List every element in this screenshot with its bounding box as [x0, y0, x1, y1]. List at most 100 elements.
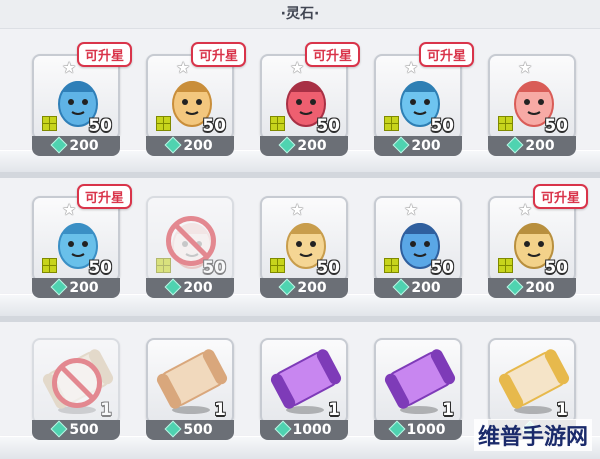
shop-item-blonde-swordsman-hero[interactable]: ★ 50 200 — [260, 196, 348, 300]
shop-item-blue-cactus-variant[interactable]: ★ 50 可升星 200 — [32, 184, 132, 300]
star-icon: ★ — [176, 58, 191, 77]
item-count: 50 — [202, 258, 226, 278]
gem-icon — [278, 278, 296, 296]
price-value: 200 — [525, 138, 555, 154]
shop-item-blue-cactus-hero[interactable]: ★ 50 可升星 200 — [32, 42, 132, 158]
star-icon: ★ — [290, 58, 305, 77]
price-button[interactable]: 200 — [146, 136, 234, 156]
item-card[interactable]: ★ 50 — [260, 196, 348, 282]
shop-item-common-scroll-locked[interactable]: 1 500 — [32, 338, 120, 442]
upgrade-star-badge: 可升星 — [418, 42, 474, 67]
star-icon: ★ — [518, 200, 533, 219]
item-count: 50 — [88, 258, 112, 278]
gem-icon — [388, 420, 406, 438]
scroll-cap — [200, 347, 230, 387]
shop-item-blonde-elf-hero[interactable]: ★ 50 可升星 200 — [488, 184, 588, 300]
star-icon: ★ — [62, 200, 77, 219]
shop-item-white-pink-hero-locked[interactable]: 50 200 — [146, 196, 234, 300]
price-button[interactable]: 200 — [374, 136, 462, 156]
unavailable-icon — [52, 358, 102, 408]
shop-item-purple-scroll[interactable]: 1 1000 — [260, 338, 348, 442]
gem-icon — [278, 136, 296, 154]
gem-icon — [50, 278, 68, 296]
item-count: 1 — [442, 400, 454, 420]
star-icon: ★ — [62, 58, 77, 77]
item-count: 50 — [544, 116, 568, 136]
gem-icon — [50, 420, 68, 438]
price-value: 1000 — [292, 422, 332, 438]
shop-item-blue-bird-hero[interactable]: ★ 50 可升星 200 — [374, 42, 474, 158]
scroll-cap — [268, 371, 298, 411]
shop-item-common-scroll[interactable]: 1 500 — [146, 338, 234, 442]
gem-icon — [164, 420, 182, 438]
watermark: 维普手游网 — [473, 419, 592, 451]
shard-icon — [156, 258, 171, 273]
item-card[interactable]: ★ 50 — [374, 196, 462, 282]
price-button[interactable]: 500 — [146, 420, 234, 440]
price-button[interactable]: 1000 — [374, 420, 462, 440]
item-count: 1 — [328, 400, 340, 420]
price-button[interactable]: 200 — [374, 278, 462, 298]
item-card[interactable]: 1 — [32, 338, 120, 424]
price-button[interactable]: 200 — [260, 278, 348, 298]
item-count: 50 — [430, 258, 454, 278]
price-button[interactable]: 500 — [32, 420, 120, 440]
item-count: 1 — [556, 400, 568, 420]
star-icon: ★ — [404, 58, 419, 77]
shop-item-blue-cat-hero[interactable]: ★ 50 200 — [374, 196, 462, 300]
price-button[interactable]: 200 — [32, 136, 120, 156]
shard-icon — [270, 258, 285, 273]
shard-icon — [498, 116, 513, 131]
shelf-edge — [0, 172, 600, 178]
upgrade-star-badge: 可升星 — [76, 42, 132, 67]
item-card[interactable]: 1 — [488, 338, 576, 424]
price-value: 200 — [69, 138, 99, 154]
scroll-cap — [382, 371, 412, 411]
shard-icon — [42, 258, 57, 273]
price-value: 200 — [411, 280, 441, 296]
shard-icon — [384, 116, 399, 131]
item-count: 50 — [544, 258, 568, 278]
price-button[interactable]: 200 — [488, 136, 576, 156]
shop-title: ·灵石· — [0, 0, 600, 29]
item-count: 1 — [214, 400, 226, 420]
star-icon: ★ — [518, 58, 533, 77]
price-button[interactable]: 200 — [146, 278, 234, 298]
price-value: 1000 — [406, 422, 446, 438]
upgrade-star-badge: 可升星 — [190, 42, 246, 67]
scroll-cap — [496, 371, 526, 411]
price-value: 500 — [69, 422, 99, 438]
price-value: 500 — [183, 422, 213, 438]
item-card[interactable]: 50 — [146, 196, 234, 282]
shop-item-red-dragon-hero[interactable]: ★ 50 可升星 200 — [260, 42, 360, 158]
item-card[interactable]: ★ 50 — [488, 54, 576, 140]
price-button[interactable]: 200 — [32, 278, 120, 298]
upgrade-star-badge: 可升星 — [76, 184, 132, 209]
item-card[interactable]: 1 — [374, 338, 462, 424]
price-button[interactable]: 200 — [488, 278, 576, 298]
shop-item-purple-scroll-2[interactable]: 1 1000 — [374, 338, 462, 442]
gem-icon — [164, 278, 182, 296]
upgrade-star-badge: 可升星 — [532, 184, 588, 209]
shop-item-pink-girl-hero[interactable]: ★ 50 200 — [488, 54, 576, 158]
gem-icon — [506, 278, 524, 296]
price-value: 200 — [411, 138, 441, 154]
item-count: 1 — [100, 400, 112, 420]
star-icon: ★ — [290, 200, 305, 219]
item-card[interactable]: 1 — [146, 338, 234, 424]
gem-icon — [50, 136, 68, 154]
scroll-cap — [314, 347, 344, 387]
scroll-cap — [154, 371, 184, 411]
shard-icon — [42, 116, 57, 131]
price-value: 200 — [297, 280, 327, 296]
shard-icon — [498, 258, 513, 273]
item-card[interactable]: 1 — [260, 338, 348, 424]
price-value: 200 — [525, 280, 555, 296]
gem-icon — [392, 136, 410, 154]
shop-item-banana-hero[interactable]: ★ 50 可升星 200 — [146, 42, 246, 158]
price-button[interactable]: 200 — [260, 136, 348, 156]
price-button[interactable]: 1000 — [260, 420, 348, 440]
item-count: 50 — [316, 116, 340, 136]
item-count: 50 — [430, 116, 454, 136]
price-value: 200 — [297, 138, 327, 154]
